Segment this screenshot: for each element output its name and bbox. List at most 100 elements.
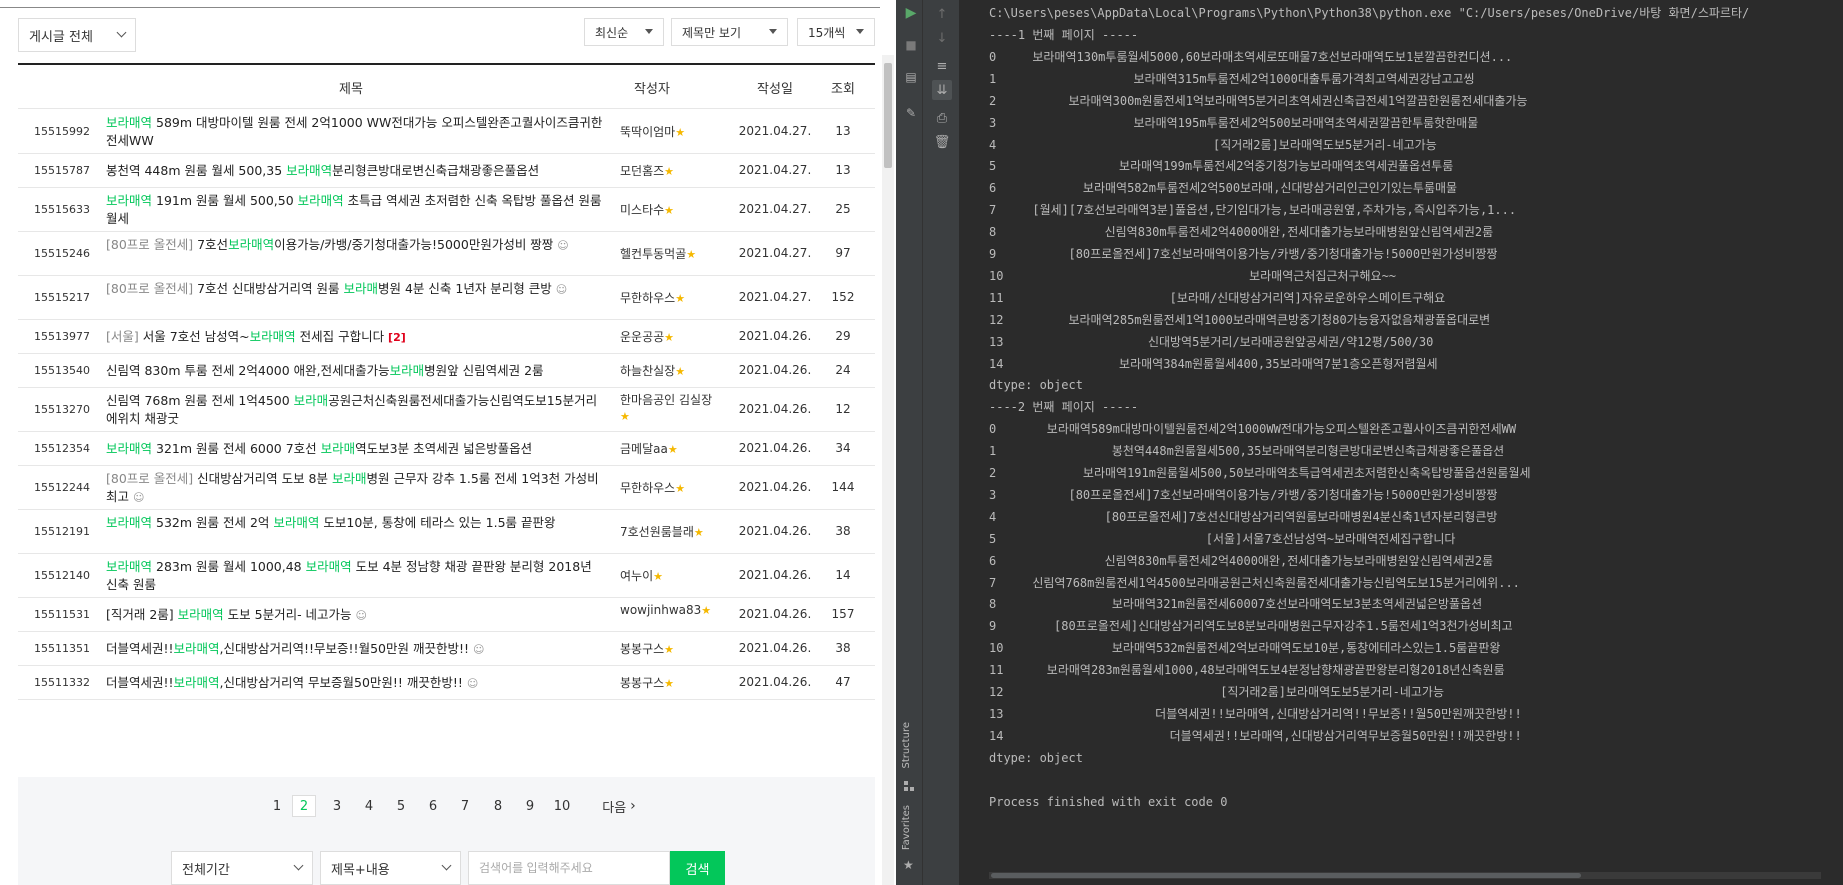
post-title-link[interactable]: 더블역세권!!보라매역,신대방삼거리역 무보증월50만원!! 깨끗한방!! ☺ bbox=[106, 674, 606, 693]
search-scope-dropdown[interactable]: 제목+내용 bbox=[320, 851, 461, 885]
table-row[interactable]: 15512244 [80프로 올전세] 신대방삼거리역 도보 8분 보라매병원 근… bbox=[18, 466, 875, 510]
post-title-link[interactable]: 보라매역 321m 원룸 전세 6000 7호선 보라매역도보3분 초역세권 넓… bbox=[106, 440, 606, 458]
table-row[interactable]: 15511531 [직거래 2룸] 보라매역 도보 5분거리- 네고가능 ☺ wow… bbox=[18, 598, 875, 632]
trash-icon[interactable]: 🗑 bbox=[932, 132, 952, 152]
arrow-up-icon[interactable]: ↑ bbox=[932, 4, 952, 24]
post-title-link[interactable]: 봉천역 448m 원룸 월세 500,35 보라매역분리형큰방대로변신축급채광좋… bbox=[106, 162, 606, 180]
star-icon: ★ bbox=[664, 165, 675, 178]
post-title-link[interactable]: 보라매역 532m 원룸 전세 2억 보라매역 도보10분, 통창에 테라스 있… bbox=[106, 514, 606, 532]
post-author[interactable]: 봉봉구스★ bbox=[620, 675, 720, 692]
post-title-link[interactable]: [서울] 서울 7호선 남성역~보라매역 전세집 구합니다 [2] bbox=[106, 328, 606, 347]
layout-icon[interactable]: ▤ bbox=[902, 68, 920, 86]
post-title-link[interactable]: [80프로 올전세] 7호선 신대방삼거리역 원룸 보라매병원 4분 신축 1년… bbox=[106, 280, 606, 299]
post-title-link[interactable]: 보라매역 589m 대방마이텔 원룸 전세 2억1000 WW전대가능 오피스텔… bbox=[106, 114, 606, 150]
post-title-link[interactable]: 신림역 830m 투룸 전세 2억4000 애완,전세대출가능보라매병원앞 신림… bbox=[106, 362, 606, 380]
run-icon[interactable]: ▶ bbox=[902, 4, 920, 22]
next-page-link[interactable]: 다음 › bbox=[594, 795, 644, 817]
post-date: 2021.04.27. bbox=[738, 202, 812, 216]
search-input[interactable] bbox=[468, 851, 670, 885]
console-vertical-scrollbar[interactable] bbox=[1827, 0, 1843, 885]
print-icon[interactable]: ⎙ bbox=[932, 108, 952, 128]
table-row[interactable]: 15515787 봉천역 448m 원룸 월세 500,35 보라매역분리형큰방대… bbox=[18, 154, 875, 188]
post-title-link[interactable]: 더블역세권!!보라매역,신대방삼거리역!!무보증!!월50만원 깨끗한방!! ☺ bbox=[106, 640, 606, 659]
post-author[interactable]: 헬컨투동먹골★ bbox=[620, 246, 720, 263]
page-link-3[interactable]: 3 bbox=[325, 795, 349, 817]
page-link-7[interactable]: 7 bbox=[453, 795, 477, 817]
console-output[interactable]: C:\Users\peses\AppData\Local\Programs\Py… bbox=[989, 0, 1825, 872]
table-row[interactable]: 15512354 보라매역 321m 원룸 전세 6000 7호선 보라매역도보3… bbox=[18, 432, 875, 466]
post-title-link[interactable]: 보라매역 283m 원룸 월세 1000,48 보라매역 도보 4분 정남향 채… bbox=[106, 558, 606, 594]
post-views: 152 bbox=[831, 290, 855, 304]
page-link-8[interactable]: 8 bbox=[486, 795, 510, 817]
page-link-5[interactable]: 5 bbox=[389, 795, 413, 817]
page-link-1[interactable]: 1 bbox=[265, 795, 289, 817]
search-period-dropdown[interactable]: 전체기간 bbox=[171, 851, 313, 885]
post-author[interactable]: 하늘찬실장★ bbox=[620, 363, 720, 380]
table-row[interactable]: 15513540 신림역 830m 투룸 전세 2억4000 애완,전세대출가능보… bbox=[18, 354, 875, 388]
post-author[interactable]: 7호선원룸블래★ bbox=[620, 524, 720, 541]
post-author[interactable]: 모던홈즈★ bbox=[620, 163, 720, 180]
post-date: 2021.04.26. bbox=[738, 441, 812, 455]
table-row[interactable]: 15515246 [80프로 올전세] 7호선보라매역이용가능/카뱅/중기청대출가… bbox=[18, 232, 875, 276]
table-row[interactable]: 15515633 보라매역 191m 원룸 월세 500,50 보라매역 초특급 … bbox=[18, 188, 875, 232]
post-author[interactable]: wowjinhwa83★ bbox=[620, 602, 720, 619]
favorites-tab[interactable]: Favorites bbox=[901, 805, 912, 850]
console-line: 11 [보라매/신대방삼거리역]자유로운하우스메이트구해요 bbox=[989, 290, 1446, 305]
post-author[interactable]: 금메달aa★ bbox=[620, 441, 720, 458]
per-page-dropdown[interactable]: 15개씩 bbox=[797, 18, 875, 46]
table-row[interactable]: 15512140 보라매역 283m 원룸 월세 1000,48 보라매역 도보 … bbox=[18, 554, 875, 598]
category-dropdown[interactable]: 게시글 전체 bbox=[18, 18, 136, 52]
soft-wrap-icon[interactable]: ≡ bbox=[932, 56, 952, 76]
title-segment: 보라매역 bbox=[297, 193, 344, 208]
board-scrollbar[interactable] bbox=[882, 55, 894, 885]
console-line: 1 봉천역448m원룸월세500,35보라매역분리형큰방대로변신축급채광좋은풀옵… bbox=[989, 444, 1505, 459]
title-segment: 보라매 bbox=[331, 471, 367, 486]
page-link-10[interactable]: 10 bbox=[548, 795, 576, 817]
board-scrollbar-thumb[interactable] bbox=[884, 63, 892, 168]
post-title-link[interactable]: [80프로 올전세] 신대방삼거리역 도보 8분 보라매병원 근무자 강추 1.… bbox=[106, 470, 606, 507]
scroll-to-end-icon[interactable]: ⇊ bbox=[932, 80, 952, 100]
page-link-9[interactable]: 9 bbox=[518, 795, 542, 817]
post-title-link[interactable]: 보라매역 191m 원룸 월세 500,50 보라매역 초특급 역세권 초저렴한… bbox=[106, 192, 606, 228]
console-horizontal-scrollbar-thumb[interactable] bbox=[991, 873, 1581, 878]
table-row[interactable]: 15515217 [80프로 올전세] 7호선 신대방삼거리역 원룸 보라매병원 … bbox=[18, 276, 875, 320]
post-author[interactable]: 여누이★ bbox=[620, 568, 720, 585]
table-row[interactable]: 15511351 더블역세권!!보라매역,신대방삼거리역!!무보증!!월50만원 … bbox=[18, 632, 875, 666]
post-title-link[interactable]: [80프로 올전세] 7호선보라매역이용가능/카뱅/중기청대출가능!5000만원… bbox=[106, 236, 606, 255]
post-author[interactable]: 봉봉구스★ bbox=[620, 641, 720, 658]
table-row[interactable]: 15513270 신림역 768m 원룸 전세 1억4500 보라매공원근처신축원… bbox=[18, 388, 875, 432]
table-row[interactable]: 15513977 [서울] 서울 7호선 남성역~보라매역 전세집 구합니다 [2… bbox=[18, 320, 875, 354]
post-author[interactable]: 미스타수★ bbox=[620, 202, 720, 219]
page-link-6[interactable]: 6 bbox=[421, 795, 445, 817]
post-author[interactable]: 무한하우스★ bbox=[620, 480, 720, 497]
chevron-down-icon bbox=[441, 860, 452, 871]
arrow-down-icon[interactable]: ↓ bbox=[932, 28, 952, 48]
post-date: 2021.04.27. bbox=[738, 246, 812, 260]
post-title-link[interactable]: 신림역 768m 원룸 전세 1억4500 보라매공원근처신축원룸전세대출가능신… bbox=[106, 392, 606, 428]
post-author[interactable]: 무한하우스★ bbox=[620, 290, 720, 307]
table-row[interactable]: 15512191 보라매역 532m 원룸 전세 2억 보라매역 도보10분, 통… bbox=[18, 510, 875, 554]
title-segment: 보라매역 bbox=[177, 607, 224, 622]
caret-down-icon bbox=[645, 29, 653, 34]
post-title-link[interactable]: [직거래 2룸] 보라매역 도보 5분거리- 네고가능 ☺ bbox=[106, 606, 606, 625]
title-segment: 병원앞 신림역세권 2룸 bbox=[424, 363, 544, 378]
pin-icon[interactable]: ✎ bbox=[902, 104, 920, 122]
star-icon: ★ bbox=[667, 443, 678, 456]
title-segment: 191m 원룸 월세 500,50 bbox=[152, 193, 298, 208]
sort-dropdown[interactable]: 최신순 bbox=[584, 18, 664, 46]
post-author[interactable]: 뚝딱이엄마★ bbox=[620, 124, 720, 141]
console-line: 8 신림역830m투룸전세2억4000애완,전세대출가능보라매병원앞신림역세권2… bbox=[989, 225, 1494, 240]
header-views: 조회 bbox=[831, 81, 855, 97]
table-row[interactable]: 15515992 보라매역 589m 대방마이텔 원룸 전세 2억1000 WW전… bbox=[18, 110, 875, 154]
post-author[interactable]: 운운공공★ bbox=[620, 329, 720, 346]
search-button[interactable]: 검색 bbox=[670, 851, 725, 885]
post-date: 2021.04.26. bbox=[738, 524, 812, 538]
page-link-4[interactable]: 4 bbox=[357, 795, 381, 817]
view-mode-dropdown[interactable]: 제목만 보기 bbox=[671, 18, 788, 46]
table-row[interactable]: 15511332 더블역세권!!보라매역,신대방삼거리역 무보증월50만원!! 깨… bbox=[18, 666, 875, 700]
page-link-2[interactable]: 2 bbox=[292, 795, 316, 817]
structure-tab[interactable]: Structure bbox=[901, 722, 912, 769]
stop-icon[interactable]: ■ bbox=[902, 36, 920, 54]
table-top-border bbox=[18, 63, 875, 65]
post-author[interactable]: 한마음공인 김실장 ★ bbox=[620, 392, 720, 425]
